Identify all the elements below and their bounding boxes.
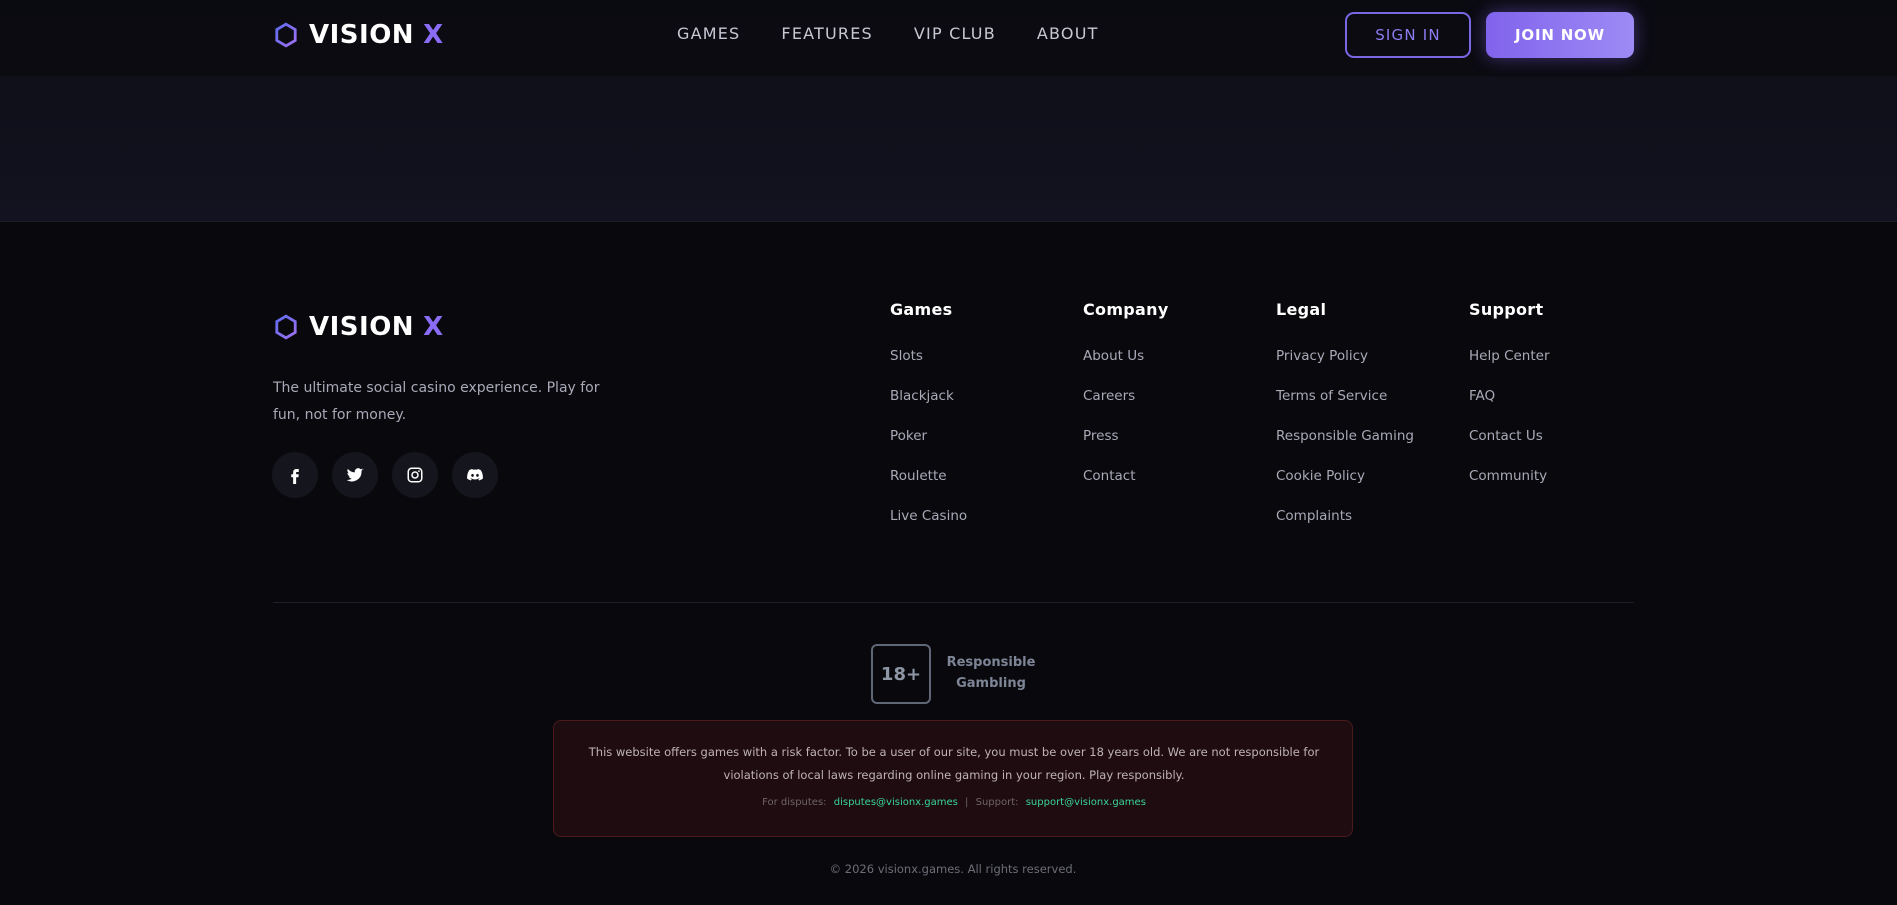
facebook-icon (291, 469, 299, 484)
footer-column-legal: Legal Privacy Policy Terms of Service Re… (1276, 300, 1414, 548)
top-navbar: VISION X GAMES FEATURES VIP CLUB ABOUT S… (0, 0, 1897, 76)
nav-games[interactable]: GAMES (677, 24, 740, 43)
column-title: Games (890, 300, 953, 319)
footer-link-privacy-policy[interactable]: Privacy Policy (1276, 348, 1414, 388)
footer-brand-logo[interactable]: VISION X (273, 312, 444, 342)
risk-warning-box: This website offers games with a risk fa… (553, 720, 1353, 837)
hero-section: VISION X GAMES FEATURES VIP CLUB ABOUT S… (0, 0, 1897, 222)
brand-accent: X (423, 312, 444, 342)
footer-link-blackjack[interactable]: Blackjack (890, 388, 967, 428)
footer-column-company: Company About Us Careers Press Contact (1083, 300, 1169, 508)
footer-link-contact-us[interactable]: Contact Us (1469, 428, 1550, 468)
footer-link-faq[interactable]: FAQ (1469, 388, 1550, 428)
hexagon-logo-icon (275, 314, 297, 340)
facebook-button[interactable] (272, 452, 318, 498)
brand-name: VISION (309, 20, 415, 50)
footer-link-help-center[interactable]: Help Center (1469, 348, 1550, 388)
brand-logo[interactable]: VISION X (273, 20, 444, 50)
nav-about[interactable]: ABOUT (1037, 24, 1099, 43)
support-label: Support: (975, 797, 1019, 808)
hexagon-logo-icon (275, 22, 297, 48)
risk-warning-text: This website offers games with a risk fa… (588, 745, 1320, 782)
footer-link-responsible-gaming[interactable]: Responsible Gaming (1276, 428, 1414, 468)
column-title: Company (1083, 300, 1169, 319)
responsible-gambling-label: Responsible Gambling (946, 655, 1036, 691)
brand-description: The ultimate social casino experience. P… (273, 380, 600, 423)
sign-in-button[interactable]: SIGN IN (1345, 12, 1471, 58)
column-title: Support (1469, 300, 1544, 319)
twitter-icon (346, 468, 364, 482)
brand-accent: X (423, 20, 444, 50)
footer-link-contact[interactable]: Contact (1083, 468, 1169, 508)
brand-name: VISION (309, 312, 415, 342)
contacts-separator: | (965, 797, 969, 808)
age-restriction-badge: 18+ (871, 644, 931, 704)
discord-button[interactable] (452, 452, 498, 498)
footer-link-complaints[interactable]: Complaints (1276, 508, 1414, 548)
footer-link-careers[interactable]: Careers (1083, 388, 1169, 428)
footer-link-slots[interactable]: Slots (890, 348, 967, 388)
footer-link-live-casino[interactable]: Live Casino (890, 508, 967, 548)
social-links (272, 452, 498, 498)
footer-divider (273, 602, 1634, 603)
disputes-email-link[interactable]: disputes@visionx.games (834, 797, 958, 808)
footer-link-about-us[interactable]: About Us (1083, 348, 1169, 388)
footer-column-games: Games Slots Blackjack Poker Roulette Liv… (890, 300, 967, 548)
discord-icon (467, 469, 483, 481)
join-now-button[interactable]: JOIN NOW (1486, 12, 1634, 58)
footer-link-community[interactable]: Community (1469, 468, 1550, 508)
footer-link-press[interactable]: Press (1083, 428, 1169, 468)
disputes-label: For disputes: (762, 797, 827, 808)
nav-features[interactable]: FEATURES (781, 24, 872, 43)
support-email-link[interactable]: support@visionx.games (1026, 797, 1146, 808)
instagram-button[interactable] (392, 452, 438, 498)
footer-link-cookie-policy[interactable]: Cookie Policy (1276, 468, 1414, 508)
twitter-button[interactable] (332, 452, 378, 498)
footer-link-terms-of-service[interactable]: Terms of Service (1276, 388, 1414, 428)
footer-link-roulette[interactable]: Roulette (890, 468, 967, 508)
instagram-icon (407, 467, 423, 483)
warning-contacts: For disputes: disputes@visionx.games | S… (554, 797, 1354, 808)
footer-link-poker[interactable]: Poker (890, 428, 967, 468)
main-nav: GAMES FEATURES VIP CLUB ABOUT (677, 24, 1099, 43)
footer-column-support: Support Help Center FAQ Contact Us Commu… (1469, 300, 1550, 508)
copyright-text: © 2026 visionx.games. All rights reserve… (829, 862, 1077, 876)
column-title: Legal (1276, 300, 1327, 319)
nav-vip-club[interactable]: VIP CLUB (914, 24, 996, 43)
